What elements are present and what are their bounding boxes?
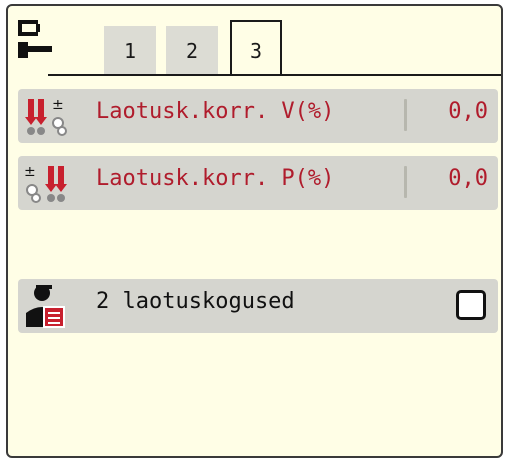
spread-correction-right-icon: ± [24, 164, 67, 203]
spread-correction-left-value[interactable]: 0,0 [448, 99, 488, 124]
two-spread-quantities-checkbox[interactable] [456, 290, 486, 320]
two-spread-quantities-row[interactable]: 2 laotuskogused [18, 279, 498, 333]
svg-text:±: ± [24, 164, 36, 180]
spread-correction-left-row[interactable]: ± Laotusk.korr. V(%) 0,0 [18, 89, 498, 143]
spread-correction-right-value[interactable]: 0,0 [448, 166, 488, 191]
spread-correction-right-label: Laotusk.korr. P(%) [96, 166, 335, 191]
tab-3[interactable]: 3 [230, 20, 282, 76]
header-bar: 1 2 3 [8, 6, 501, 78]
machine-settings-screen: 1 2 3 ± Laotusk.korr. V(%) 0,0 ± Laotusk… [6, 4, 503, 458]
spread-correction-left-icon: ± [25, 97, 67, 136]
row-divider [404, 166, 407, 198]
spread-correction-right-row[interactable]: ± Laotusk.korr. P(%) 0,0 [18, 156, 498, 210]
two-spread-quantities-label: 2 laotuskogused [96, 289, 295, 314]
tab-1[interactable]: 1 [104, 26, 156, 74]
tab-baseline [48, 74, 501, 76]
tab-2[interactable]: 2 [166, 26, 218, 74]
row-divider [404, 99, 407, 131]
operator-document-icon [26, 285, 65, 328]
svg-text:±: ± [52, 97, 64, 113]
spread-correction-left-label: Laotusk.korr. V(%) [96, 99, 335, 124]
settings-wrench-icon [18, 20, 52, 58]
